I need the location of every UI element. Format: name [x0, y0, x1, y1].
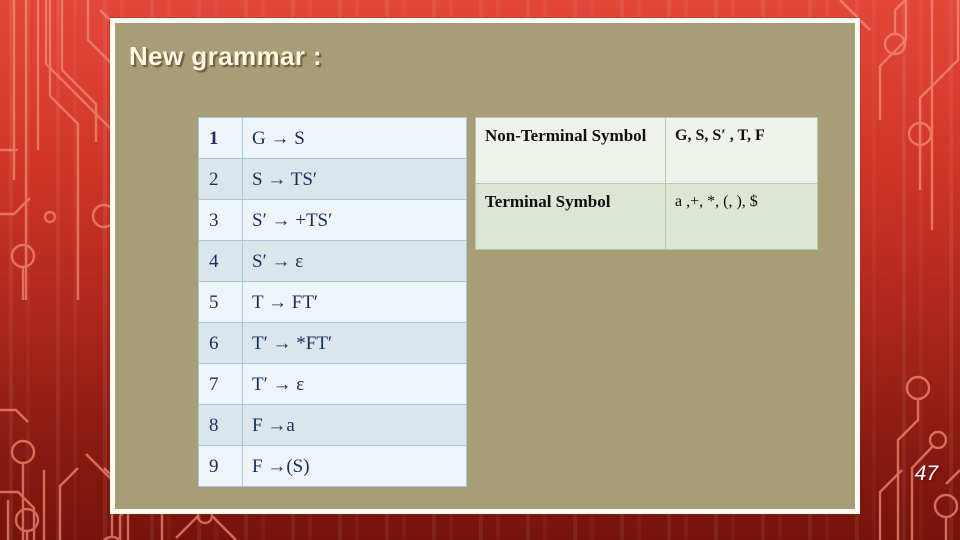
panel-inner: New grammar : 1 G → S 2 S → TS′ 3 S′ → +… — [115, 23, 855, 509]
grammar-rule-text: S′ → +TS′ — [242, 199, 467, 241]
symbol-category-label: Terminal Symbol — [475, 183, 666, 250]
grammar-rule-number: 8 — [198, 404, 243, 446]
table-row: 7 T′ → ε — [198, 363, 467, 405]
grammar-rule-text: T′ → *FT′ — [242, 322, 467, 364]
grammar-rule-number: 4 — [198, 240, 243, 282]
symbol-list-value: a ,+, *, (, ), $ — [665, 183, 818, 250]
grammar-rule-number: 3 — [198, 199, 243, 241]
grammar-rule-number: 6 — [198, 322, 243, 364]
grammar-rule-number: 1 — [198, 117, 243, 159]
grammar-rule-text: G → S — [242, 117, 467, 159]
grammar-rule-text: S′ → ε — [242, 240, 467, 282]
grammar-rule-text: S → TS′ — [242, 158, 467, 200]
content-panel: New grammar : 1 G → S 2 S → TS′ 3 S′ → +… — [110, 18, 860, 514]
grammar-rule-text: F →(S) — [242, 445, 467, 487]
grammar-production-table: 1 G → S 2 S → TS′ 3 S′ → +TS′ 4 S′ → ε 5… — [198, 117, 467, 487]
symbol-classification-table: Non-Terminal Symbol G, S, S′ , T, F Term… — [475, 117, 818, 250]
table-row: 4 S′ → ε — [198, 240, 467, 282]
table-row: 5 T → FT′ — [198, 281, 467, 323]
table-row: 1 G → S — [198, 117, 467, 159]
grammar-rule-text: F →a — [242, 404, 467, 446]
slide-canvas: New grammar : 1 G → S 2 S → TS′ 3 S′ → +… — [0, 0, 960, 540]
table-row: 9 F →(S) — [198, 445, 467, 487]
symbol-list-value: G, S, S′ , T, F — [665, 117, 818, 184]
table-row: 3 S′ → +TS′ — [198, 199, 467, 241]
table-row: Non-Terminal Symbol G, S, S′ , T, F — [475, 117, 818, 184]
grammar-rule-text: T → FT′ — [242, 281, 467, 323]
grammar-rule-number: 9 — [198, 445, 243, 487]
grammar-rule-number: 5 — [198, 281, 243, 323]
grammar-rule-text: T′ → ε — [242, 363, 467, 405]
table-row: 2 S → TS′ — [198, 158, 467, 200]
table-row: Terminal Symbol a ,+, *, (, ), $ — [475, 183, 818, 250]
page-title: New grammar : — [129, 41, 323, 71]
table-row: 6 T′ → *FT′ — [198, 322, 467, 364]
table-row: 8 F →a — [198, 404, 467, 446]
page-number: 47 — [914, 462, 938, 485]
symbol-category-label: Non-Terminal Symbol — [475, 117, 666, 184]
grammar-rule-number: 2 — [198, 158, 243, 200]
grammar-rule-number: 7 — [198, 363, 243, 405]
